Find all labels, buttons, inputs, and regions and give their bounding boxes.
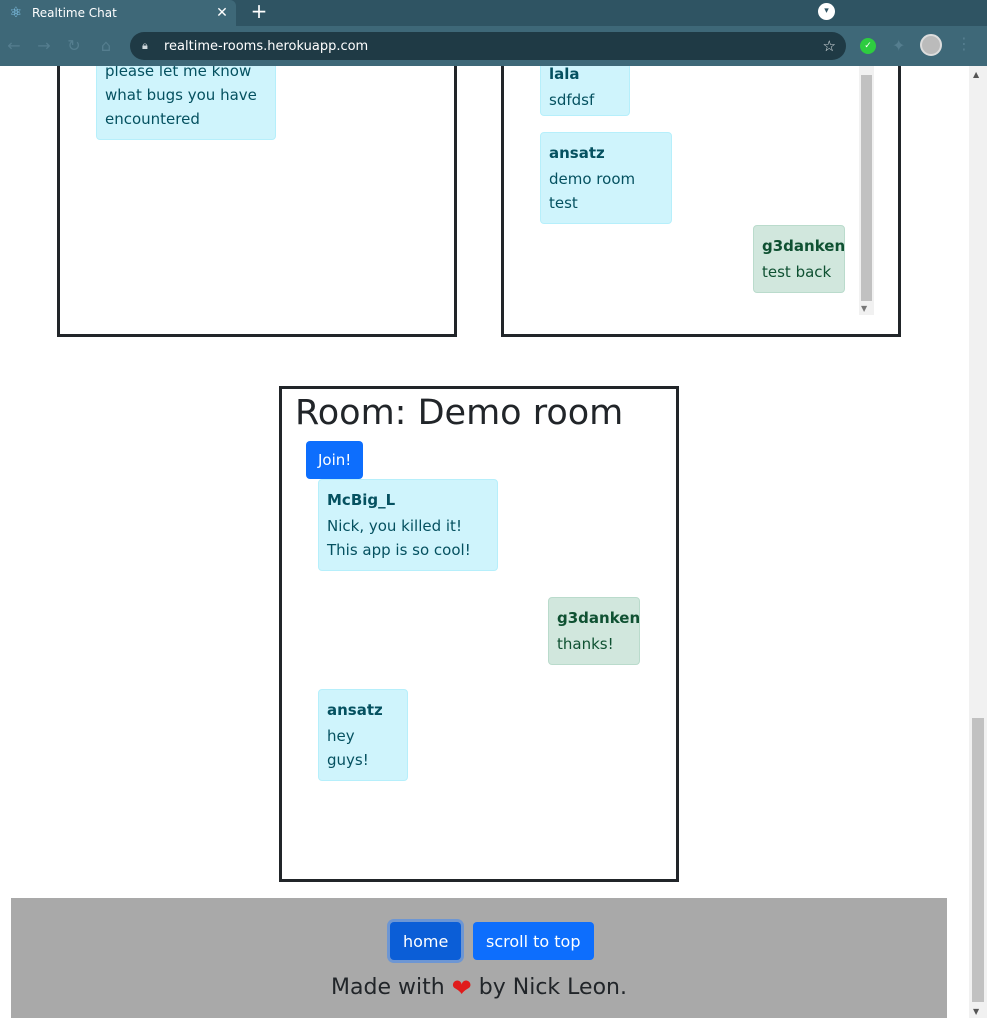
message-card: ansatz hey guys!: [318, 689, 408, 781]
message-text: demo room test: [549, 170, 636, 212]
room-card-left: please let me know what bugs you have en…: [57, 66, 457, 337]
message-card: McBig_L Nick, you killed it! This app is…: [318, 479, 498, 571]
message-text: please let me know what bugs you have en…: [105, 66, 257, 128]
message-text: hey guys!: [327, 727, 369, 769]
back-icon[interactable]: ←: [4, 36, 24, 56]
page-scrollbar-thumb[interactable]: [972, 718, 984, 1002]
new-tab-button[interactable]: +: [246, 0, 272, 22]
extension-icon[interactable]: ✦: [892, 36, 905, 55]
scroll-down-arrow-icon[interactable]: ▼: [861, 304, 867, 313]
message-card: please let me know what bugs you have en…: [96, 66, 276, 140]
message-card: g3danken test back: [753, 225, 845, 293]
message-username: g3danken: [557, 609, 641, 627]
message-text: test back: [762, 263, 832, 281]
message-text: Nick, you killed it! This app is so cool…: [327, 517, 471, 559]
heart-icon: ❤: [451, 974, 472, 1002]
reload-icon[interactable]: ↻: [64, 36, 84, 56]
browser-menu-icon[interactable]: ⋮: [956, 34, 972, 53]
scroll-to-top-button[interactable]: scroll to top: [473, 922, 594, 960]
browser-tab-strip: ⚛ Realtime Chat ✕ + ▾: [0, 0, 987, 26]
message-username: ansatz: [549, 144, 605, 162]
home-icon[interactable]: ⌂: [96, 36, 116, 56]
tab-search-icon[interactable]: ▾: [818, 3, 835, 20]
address-bar[interactable]: 🔒︎ realtime-rooms.herokuapp.com ☆: [130, 32, 846, 60]
scroll-up-arrow-icon[interactable]: ▲: [973, 70, 979, 79]
url-text: realtime-rooms.herokuapp.com: [164, 38, 369, 54]
forward-icon[interactable]: →: [34, 36, 54, 56]
scroll-down-arrow-icon[interactable]: ▼: [973, 1007, 979, 1016]
room-card-demo: Room: Demo room Join! McBig_L Nick, you …: [279, 386, 679, 882]
home-button[interactable]: home: [390, 922, 462, 960]
room-scrollbar[interactable]: ▼: [859, 66, 874, 315]
browser-toolbar: ← → ↻ ⌂ 🔒︎ realtime-rooms.herokuapp.com …: [0, 26, 987, 66]
message-card: lala sdfdsf: [540, 66, 630, 116]
footer: home scroll to top Made with ❤ by Nick L…: [11, 898, 947, 1018]
page-scrollbar[interactable]: ▲ ▼: [969, 66, 987, 1018]
react-logo-icon: ⚛: [9, 5, 23, 21]
join-button[interactable]: Join!: [306, 441, 364, 479]
message-username: lala: [549, 66, 580, 83]
bookmark-star-icon[interactable]: ☆: [823, 37, 836, 55]
footer-credit: Made with ❤ by Nick Leon.: [11, 974, 947, 1002]
page-content: please let me know what bugs you have en…: [0, 66, 987, 1018]
credit-text-before: Made with: [331, 975, 445, 1000]
room-card-right: lala sdfdsf ansatz demo room test g3dank…: [501, 66, 901, 337]
message-text: sdfdsf: [549, 91, 595, 109]
message-username: g3danken: [762, 237, 846, 255]
credit-text-after: by Nick Leon.: [478, 975, 627, 1000]
extension-green-icon[interactable]: ✓: [860, 38, 876, 54]
lock-icon: 🔒︎: [142, 39, 148, 52]
room-title: Room: Demo room: [295, 393, 624, 433]
room-scrollbar-thumb[interactable]: [861, 75, 872, 301]
close-tab-icon[interactable]: ✕: [212, 5, 232, 21]
message-card: g3danken thanks!: [548, 597, 640, 665]
message-card: ansatz demo room test: [540, 132, 672, 224]
message-username: ansatz: [327, 701, 383, 719]
profile-avatar[interactable]: [920, 34, 942, 56]
tab-title: Realtime Chat: [32, 6, 117, 20]
browser-tab[interactable]: ⚛ Realtime Chat ✕: [0, 0, 236, 26]
message-username: McBig_L: [327, 491, 396, 509]
message-text: thanks!: [557, 635, 614, 653]
